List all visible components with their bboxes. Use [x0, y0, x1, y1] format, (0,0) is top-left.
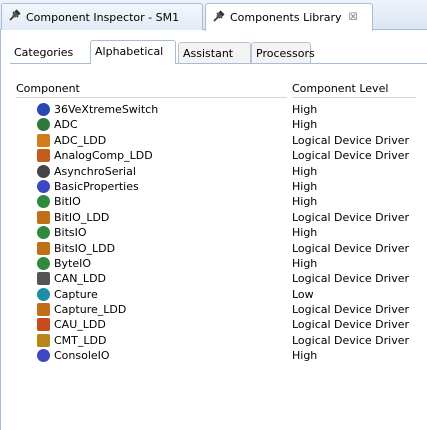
- component-name: BasicProperties: [54, 179, 139, 193]
- tab-component-inspector[interactable]: Component Inspector - SM1: [1, 3, 203, 30]
- tab-alphabetical[interactable]: Alphabetical: [90, 40, 176, 64]
- console-io-icon: [37, 349, 50, 363]
- bit-io-icon: [37, 195, 50, 209]
- x-circle-icon: [37, 103, 50, 116]
- byte-io-icon: [37, 256, 50, 270]
- tab-label: Component Inspector - SM1: [26, 10, 180, 24]
- serial-icon: [37, 164, 50, 178]
- sub-tab-bar: Categories Assistant Processors Alphabet…: [10, 40, 427, 64]
- component-level: High: [292, 256, 318, 270]
- component-name: BitIO: [54, 195, 81, 209]
- component-name: Capture_LDD: [54, 303, 127, 317]
- bit-io-chip-icon: [37, 210, 50, 224]
- table-row[interactable]: 36VeXtremeSwitch High: [16, 102, 416, 117]
- component-name: BitsIO_LDD: [54, 241, 116, 255]
- table-row[interactable]: Capture Low: [16, 287, 416, 302]
- component-name: Capture: [54, 287, 98, 301]
- table-row[interactable]: AnalogComp_LDD Logical Device Driver: [16, 148, 416, 163]
- component-level: High: [292, 118, 318, 132]
- tab-categories[interactable]: Categories: [10, 42, 90, 63]
- table-row[interactable]: CAN_LDD Logical Device Driver: [16, 271, 416, 286]
- cmt-chip-icon: [37, 333, 50, 347]
- component-level: Logical Device Driver: [292, 333, 410, 347]
- component-level: Logical Device Driver: [292, 318, 410, 332]
- tab-assistant[interactable]: Assistant: [178, 42, 251, 63]
- component-name: AnalogComp_LDD: [54, 149, 153, 163]
- comparator-chip-icon: [37, 149, 50, 163]
- component-name: ConsoleIO: [54, 349, 110, 363]
- tab-components-library[interactable]: Components Library ☒: [205, 3, 373, 31]
- component-level: High: [292, 179, 318, 193]
- tab-label: Components Library: [230, 11, 342, 24]
- table-row[interactable]: AsynchroSerial High: [16, 164, 416, 179]
- table-row[interactable]: ADC High: [16, 117, 416, 132]
- globe-icon: [37, 118, 50, 132]
- bits-io-chip-icon: [37, 241, 50, 255]
- capture-chip-icon: [37, 303, 50, 317]
- plug-icon: [212, 9, 225, 26]
- table-row[interactable]: Capture_LDD Logical Device Driver: [16, 302, 416, 317]
- component-name: ADC: [54, 118, 78, 132]
- component-name: ADC_LDD: [54, 133, 107, 147]
- can-chip-icon: [37, 272, 50, 286]
- component-name: CAU_LDD: [54, 318, 106, 332]
- table-row[interactable]: BitsIO_LDD Logical Device Driver: [16, 241, 416, 256]
- table-row[interactable]: ByteIO High: [16, 256, 416, 271]
- table-row[interactable]: BitsIO High: [16, 225, 416, 240]
- table-row[interactable]: BitIO High: [16, 194, 416, 209]
- bits-io-icon: [37, 226, 50, 240]
- table-header: Component Component Level: [16, 82, 416, 98]
- component-level: High: [292, 195, 318, 209]
- component-level: Logical Device Driver: [292, 149, 410, 163]
- component-name: CAN_LDD: [54, 272, 107, 286]
- table-row[interactable]: BitIO_LDD Logical Device Driver: [16, 210, 416, 225]
- component-level: Logical Device Driver: [292, 303, 410, 317]
- table-row[interactable]: CAU_LDD Logical Device Driver: [16, 317, 416, 332]
- table-row[interactable]: BasicProperties High: [16, 179, 416, 194]
- table-row[interactable]: ADC_LDD Logical Device Driver: [16, 133, 416, 148]
- tab-baseline: [10, 63, 427, 64]
- component-level: High: [292, 349, 318, 363]
- tab-processors[interactable]: Processors: [251, 42, 315, 63]
- cau-chip-icon: [37, 318, 50, 332]
- column-header-component[interactable]: Component: [16, 82, 80, 95]
- component-level: Logical Device Driver: [292, 133, 410, 147]
- component-name: BitsIO: [54, 226, 87, 240]
- component-level: High: [292, 103, 318, 116]
- component-level: High: [292, 226, 318, 240]
- close-icon[interactable]: ☒: [349, 12, 358, 23]
- component-name: CMT_LDD: [54, 333, 107, 347]
- table-row[interactable]: CMT_LDD Logical Device Driver: [16, 333, 416, 348]
- table-row[interactable]: ConsoleIO High: [16, 348, 416, 363]
- adc-chip-icon: [37, 133, 50, 147]
- view-tab-bar: Component Inspector - SM1 Components Lib…: [0, 0, 427, 31]
- header-divider: [292, 97, 416, 98]
- component-level: Logical Device Driver: [292, 272, 410, 286]
- component-level: Logical Device Driver: [292, 241, 410, 255]
- component-level: Logical Device Driver: [292, 210, 410, 224]
- plug-icon: [8, 9, 21, 25]
- header-divider: [16, 97, 287, 98]
- component-name: BitIO_LDD: [54, 210, 110, 224]
- component-name: AsynchroSerial: [54, 164, 136, 178]
- component-level: High: [292, 164, 318, 178]
- component-name: ByteIO: [54, 256, 92, 270]
- capture-icon: [37, 287, 50, 301]
- column-header-level[interactable]: Component Level: [292, 82, 388, 95]
- component-list: 36VeXtremeSwitch High ADC High ADC_LDD Logica…: [16, 102, 416, 364]
- component-level: Low: [292, 287, 314, 301]
- component-name: 36VeXtremeSwitch: [54, 103, 159, 116]
- bsp-icon: [37, 179, 50, 193]
